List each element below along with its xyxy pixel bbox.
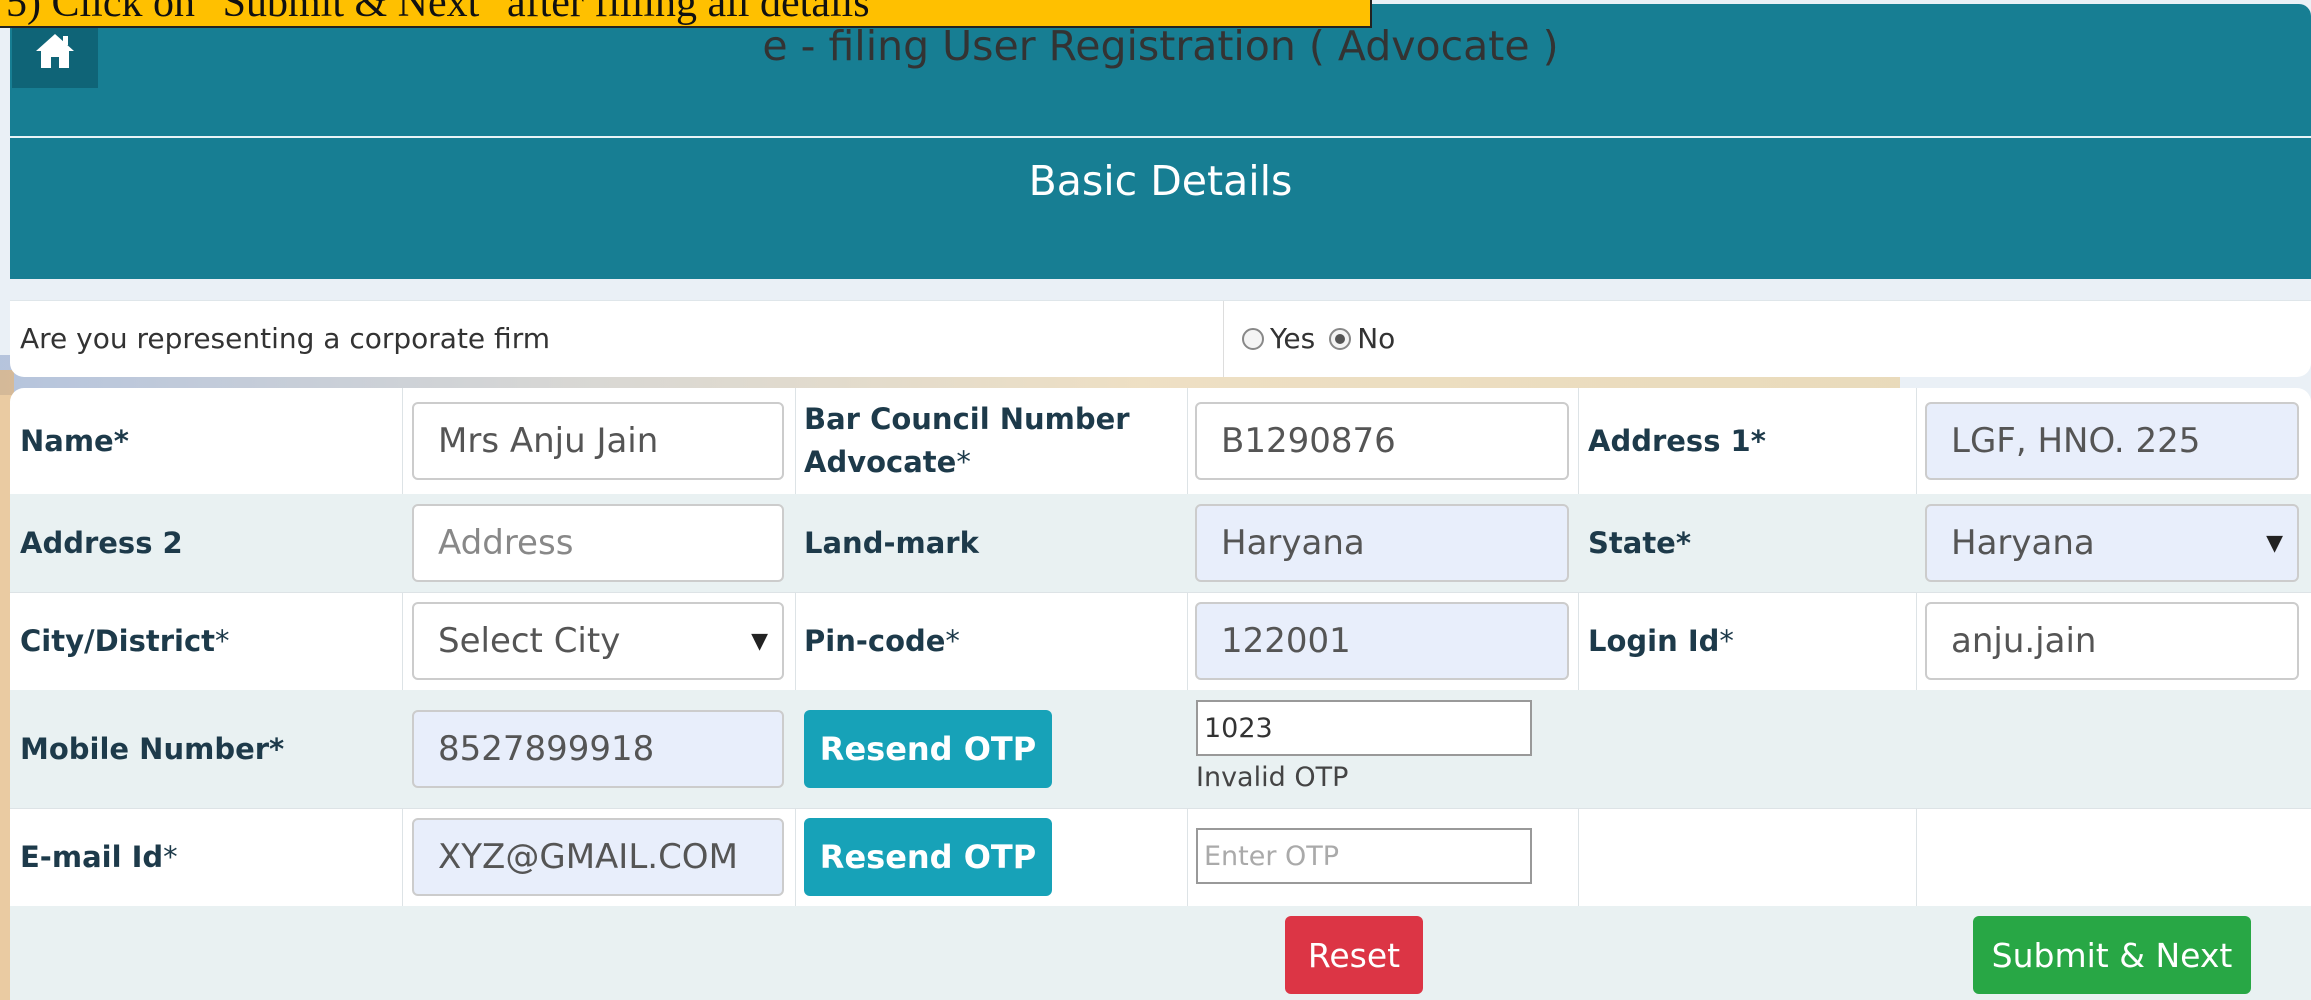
column-divider [1223, 301, 1224, 377]
landmark-label: Land-mark [804, 526, 979, 560]
city-label: City/District * [20, 624, 230, 658]
form-row: E-mail Id * XYZ@GMAIL.COM Resend OTP Ente… [10, 808, 2311, 907]
city-value: Select City [438, 621, 621, 661]
address2-input[interactable]: Address [412, 504, 784, 582]
chevron-down-icon: ▼ [2266, 530, 2283, 556]
address2-label: Address 2 [20, 526, 183, 560]
state-select[interactable]: Haryana ▼ [1925, 504, 2299, 582]
pincode-label: Pin-code * [804, 624, 960, 658]
no-radio[interactable] [1329, 328, 1352, 350]
reset-button[interactable]: Reset [1285, 916, 1423, 994]
yes-label: Yes [1270, 322, 1316, 355]
form-row: City/District * Select City ▼ Pin-code * 1… [10, 592, 2311, 691]
state-label: State* [1588, 526, 1692, 560]
corporate-firm-options: Yes No [1242, 301, 1403, 377]
email-label: E-mail Id * [20, 840, 178, 874]
otp-error-message: Invalid OTP [1196, 762, 1349, 793]
state-value: Haryana [1951, 523, 2095, 563]
page-header: e - filing User Registration ( Advocate … [10, 4, 2311, 279]
yes-radio[interactable] [1242, 328, 1264, 350]
login-label: Login Id * [1588, 624, 1734, 658]
mobile-input[interactable]: 8527899918 [412, 710, 784, 788]
chevron-down-icon: ▼ [751, 628, 768, 654]
header-divider [10, 136, 2311, 138]
email-resend-otp-button[interactable]: Resend OTP [804, 818, 1052, 896]
bar-council-input[interactable]: B1290876 [1195, 402, 1569, 480]
name-label: Name* [20, 424, 129, 458]
no-label: No [1357, 322, 1396, 355]
form-row: Name* Mrs Anju Jain Bar Council Number A… [10, 388, 2311, 495]
section-title: Basic Details [1028, 157, 1293, 205]
form-actions-row: Reset Submit & Next [10, 906, 2311, 1000]
address1-label: Address 1* [1588, 424, 1766, 458]
address1-input[interactable]: LGF, HNO. 225 [1925, 402, 2299, 480]
form-row: Mobile Number* 8527899918 Resend OTP 102… [10, 690, 2311, 809]
corporate-firm-question: Are you representing a corporate firm [20, 322, 550, 355]
login-input[interactable]: anju.jain [1925, 602, 2299, 680]
page-title: e - filing User Registration ( Advocate … [762, 22, 1559, 70]
city-select[interactable]: Select City ▼ [412, 602, 784, 680]
instruction-banner: 5) Click on "Submit & Next" after fillin… [0, 0, 1372, 28]
landmark-input[interactable]: Haryana [1195, 504, 1569, 582]
registration-form: Name* Mrs Anju Jain Bar Council Number A… [10, 388, 2311, 1000]
email-input[interactable]: XYZ@GMAIL.COM [412, 818, 784, 896]
pincode-input[interactable]: 122001 [1195, 602, 1569, 680]
mobile-label: Mobile Number* [20, 732, 285, 766]
mobile-otp-input[interactable]: 1023 [1196, 700, 1532, 756]
bar-council-label: Bar Council Number Advocate* [804, 402, 1130, 479]
submit-next-button[interactable]: Submit & Next [1973, 916, 2251, 994]
name-input[interactable]: Mrs Anju Jain [412, 402, 784, 480]
email-otp-input[interactable]: Enter OTP [1196, 828, 1532, 884]
mobile-resend-otp-button[interactable]: Resend OTP [804, 710, 1052, 788]
form-row: Address 2 Address Land-mark Haryana Stat… [10, 494, 2311, 593]
corporate-firm-row: Are you representing a corporate firm Ye… [10, 300, 2311, 377]
